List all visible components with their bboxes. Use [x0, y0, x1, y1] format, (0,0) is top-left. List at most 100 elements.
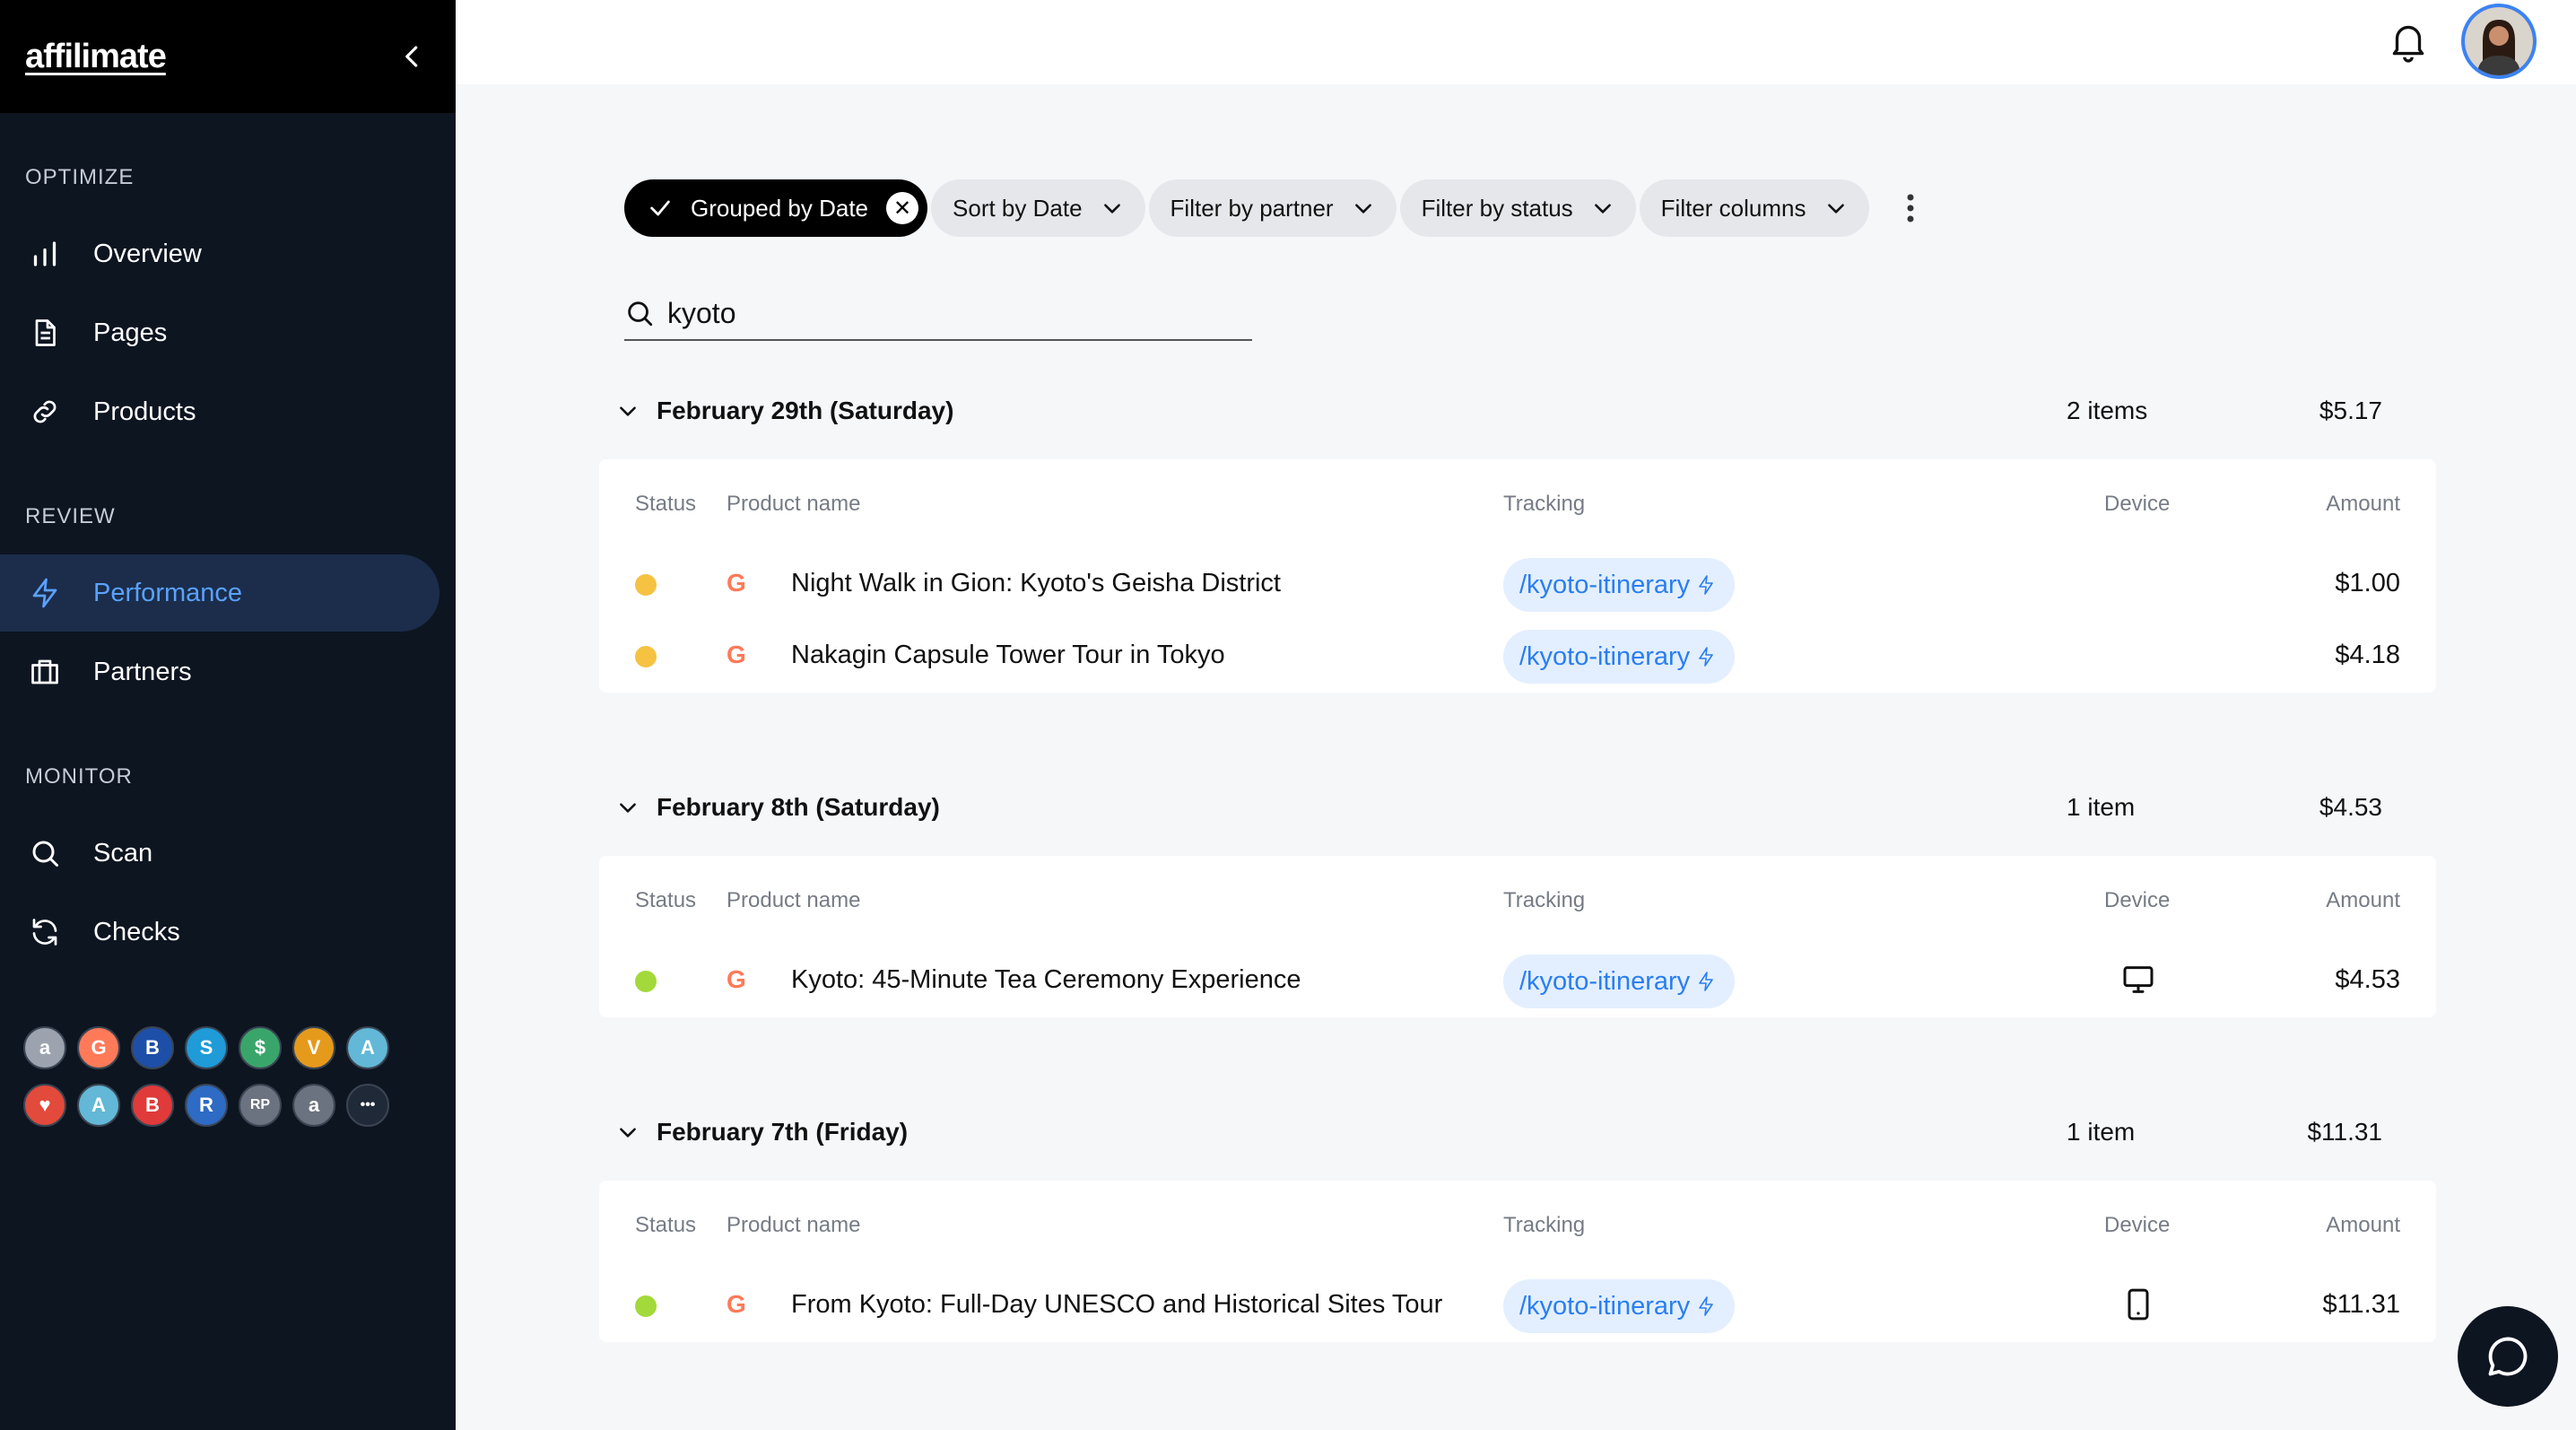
partner-icon-partner-9[interactable]: A	[77, 1084, 120, 1127]
column-header-status[interactable]: Status	[635, 888, 696, 913]
partner-icon-viator[interactable]: V	[292, 1026, 335, 1069]
column-header-tracking[interactable]: Tracking	[1503, 492, 1585, 517]
group-total-amount: $4.53	[2319, 793, 2382, 821]
group-item-count: 1 item	[2067, 793, 2136, 821]
tracking-pill[interactable]: /kyoto-itinerary	[1503, 1279, 1736, 1333]
partner-icon-partner-13[interactable]: a	[292, 1084, 335, 1127]
sidebar-item-pages[interactable]: Pages	[0, 294, 439, 371]
product-name[interactable]: From Kyoto: Full-Day UNESCO and Historic…	[791, 1290, 1442, 1320]
sidebar-item-partners[interactable]: Partners	[0, 633, 439, 711]
sidebar-item-performance[interactable]: Performance	[0, 554, 439, 632]
filter-by-partner-dropdown[interactable]: Filter by partner	[1148, 179, 1397, 237]
partner-icon-partner-12[interactable]: RP	[239, 1084, 282, 1127]
partner-icon-awin[interactable]: A	[346, 1026, 389, 1069]
column-header-device[interactable]: Device	[2104, 888, 2170, 913]
partner-icon-more[interactable]: •••	[346, 1084, 389, 1127]
sidebar-item-label: Performance	[93, 578, 243, 607]
tracking-label: /kyoto-itinerary	[1519, 966, 1691, 996]
product-name[interactable]: Nakagin Capsule Tower Tour in Tokyo	[791, 641, 1225, 670]
tracking-pill[interactable]: /kyoto-itinerary	[1503, 558, 1736, 612]
table-header: Status Product name Tracking Device Amou…	[599, 1181, 2436, 1270]
sidebar-item-label: Products	[93, 397, 196, 426]
column-header-device[interactable]: Device	[2104, 492, 2170, 517]
desktop-icon	[2123, 966, 2154, 993]
filter-by-status-dropdown[interactable]: Filter by status	[1399, 179, 1636, 237]
sidebar-item-scan[interactable]: Scan	[0, 815, 439, 892]
column-header-product[interactable]: Product name	[727, 492, 860, 517]
filter-columns-dropdown[interactable]: Filter columns	[1639, 179, 1869, 237]
partner-icon-partner-10[interactable]: B	[131, 1084, 174, 1127]
table-row[interactable]: G From Kyoto: Full-Day UNESCO and Histor…	[599, 1270, 2436, 1342]
status-dot	[635, 1295, 657, 1317]
collapse-group-chevron-icon[interactable]	[610, 789, 646, 825]
table-row[interactable]: G Nakagin Capsule Tower Tour in Tokyo /k…	[599, 621, 2436, 693]
getyourguide-icon: G	[727, 1290, 746, 1318]
section-label-monitor: MONITOR	[25, 764, 133, 789]
column-header-amount[interactable]: Amount	[2326, 888, 2400, 913]
sidebar-item-label: Checks	[93, 917, 180, 946]
group-title: February 29th (Saturday)	[657, 397, 954, 424]
column-header-status[interactable]: Status	[635, 492, 696, 517]
partner-icon-amazon[interactable]: a	[23, 1026, 66, 1069]
partner-icon-booking[interactable]: B	[131, 1026, 174, 1069]
search-input[interactable]	[655, 296, 1193, 330]
group-total-amount: $5.17	[2319, 397, 2382, 424]
group-card: Status Product name Tracking Device Amou…	[599, 459, 2436, 693]
sidebar-item-checks[interactable]: Checks	[0, 894, 439, 971]
group-header: February 7th (Friday) 1 item $11.31	[610, 1105, 2404, 1159]
tracking-pill[interactable]: /kyoto-itinerary	[1503, 630, 1736, 684]
column-header-device[interactable]: Device	[2104, 1213, 2170, 1238]
chat-support-button[interactable]	[2458, 1306, 2558, 1407]
column-header-product[interactable]: Product name	[727, 1213, 860, 1238]
table-row[interactable]: G Night Walk in Gion: Kyoto's Geisha Dis…	[599, 549, 2436, 621]
sidebar-item-overview[interactable]: Overview	[0, 215, 439, 292]
tracking-label: /kyoto-itinerary	[1519, 641, 1691, 671]
sidebar-item-label: Partners	[93, 657, 192, 686]
lightning-icon	[25, 573, 65, 613]
sort-by-date-label: Sort by Date	[953, 194, 1083, 222]
chevron-down-icon	[1354, 204, 1371, 214]
chevron-down-icon	[1827, 204, 1844, 214]
collapse-sidebar-button[interactable]	[395, 39, 431, 74]
link-icon	[25, 392, 65, 432]
group-header: February 29th (Saturday) 2 items $5.17	[610, 384, 2404, 438]
partner-icon-partner-8[interactable]: ♥	[23, 1084, 66, 1127]
section-label-optimize: OPTIMIZE	[25, 165, 135, 189]
column-header-tracking[interactable]: Tracking	[1503, 888, 1585, 913]
sort-by-date-dropdown[interactable]: Sort by Date	[931, 179, 1145, 237]
more-options-kebab-icon[interactable]	[1893, 179, 1928, 237]
sidebar-item-products[interactable]: Products	[0, 373, 439, 450]
column-header-tracking[interactable]: Tracking	[1503, 1213, 1585, 1238]
filter-columns-label: Filter columns	[1660, 194, 1806, 222]
column-header-status[interactable]: Status	[635, 1213, 696, 1238]
product-name[interactable]: Kyoto: 45-Minute Tea Ceremony Experience	[791, 965, 1301, 995]
table-row[interactable]: G Kyoto: 45-Minute Tea Ceremony Experien…	[599, 946, 2436, 1017]
row-amount: $4.53	[2335, 965, 2400, 994]
notifications-bell-icon[interactable]	[2386, 18, 2431, 63]
app-logo[interactable]: affilimate	[25, 38, 167, 76]
collapse-group-chevron-icon[interactable]	[610, 393, 646, 429]
remove-grouping-icon[interactable]: ✕	[886, 192, 919, 224]
product-name[interactable]: Night Walk in Gion: Kyoto's Geisha Distr…	[791, 569, 1281, 598]
tracking-label: /kyoto-itinerary	[1519, 570, 1691, 599]
column-header-amount[interactable]: Amount	[2326, 492, 2400, 517]
filter-by-partner-label: Filter by partner	[1170, 194, 1334, 222]
column-header-product[interactable]: Product name	[727, 888, 860, 913]
sidebar-header: affilimate	[0, 0, 456, 113]
getyourguide-icon: G	[727, 569, 746, 597]
sidebar-item-label: Pages	[93, 318, 168, 347]
partner-icon-skimlinks[interactable]: S	[185, 1026, 228, 1069]
collapse-group-chevron-icon[interactable]	[610, 1114, 646, 1150]
column-header-amount[interactable]: Amount	[2326, 1213, 2400, 1238]
getyourguide-icon: G	[727, 965, 746, 993]
grouped-by-date-chip[interactable]: Grouped by Date ✕	[624, 179, 928, 237]
mobile-icon	[2128, 1288, 2149, 1321]
partner-icon-partner-11[interactable]: R	[185, 1084, 228, 1127]
tracking-pill[interactable]: /kyoto-itinerary	[1503, 955, 1736, 1008]
partner-icon-shareasale[interactable]: $	[239, 1026, 282, 1069]
top-bar	[456, 0, 2576, 84]
sidebar-item-label: Overview	[93, 239, 202, 268]
user-avatar[interactable]	[2461, 4, 2537, 79]
partner-icon-getyourguide[interactable]: G	[77, 1026, 120, 1069]
search-bar	[624, 287, 1252, 341]
